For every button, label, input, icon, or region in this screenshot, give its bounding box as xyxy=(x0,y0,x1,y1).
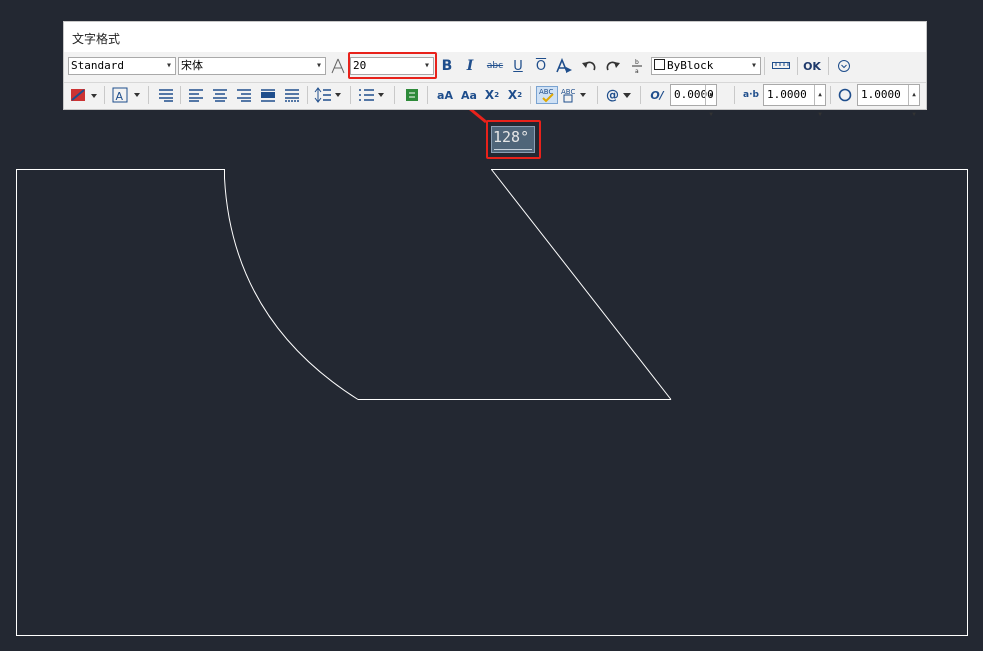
text-style-value: Standard xyxy=(71,59,124,72)
annotative-icon[interactable] xyxy=(330,57,346,75)
chevron-down-icon: ▾ xyxy=(315,60,322,71)
subscript-mark: 2 xyxy=(517,91,523,99)
distribute-icon[interactable] xyxy=(282,86,302,104)
spellcheck-icon[interactable]: ABC xyxy=(536,86,558,104)
tracking-label: a·b xyxy=(743,90,759,100)
separator xyxy=(394,86,395,104)
toolbar-row-2: A aA Aa X 2 X 2 ABC ABC @ O/ 0.0000 ▲ ▼ … xyxy=(64,82,926,118)
subscript-label: X xyxy=(507,88,518,102)
spinner-arrows-icon[interactable]: ▲ ▼ xyxy=(908,85,919,118)
align-justify-icon[interactable] xyxy=(258,86,278,104)
separator xyxy=(797,57,798,75)
svg-text:A: A xyxy=(116,90,124,103)
height-highlight-box xyxy=(348,52,437,79)
separator xyxy=(830,86,831,104)
tracking-input[interactable]: 1.0000 ▲ ▼ xyxy=(763,84,826,118)
align-center-icon[interactable] xyxy=(210,86,230,104)
text-format-toolbar: 文字格式 Standard ▾ 宋体 ▾ 20 ▾ B I abc U O b … xyxy=(64,22,926,118)
separator xyxy=(307,86,308,104)
width-icon xyxy=(836,86,854,104)
stack-icon[interactable]: ba xyxy=(629,57,645,75)
color-select[interactable]: ByBlock ▾ xyxy=(651,57,761,75)
text-color-icon[interactable] xyxy=(554,57,574,75)
strikethrough-button[interactable]: abc xyxy=(483,57,507,75)
separator xyxy=(828,57,829,75)
arc-edge xyxy=(224,169,359,400)
numbering-icon[interactable] xyxy=(358,86,388,104)
width-factor-input[interactable]: 1.0000 ▲ ▼ xyxy=(857,84,920,118)
superscript-mark: 2 xyxy=(494,91,500,99)
spinner-arrows-icon[interactable]: ▲ ▼ xyxy=(814,85,825,118)
ruler-icon[interactable] xyxy=(770,57,792,75)
align-right-icon[interactable] xyxy=(234,86,254,104)
window-title: 文字格式 xyxy=(72,32,121,46)
italic-button[interactable]: I xyxy=(462,57,478,75)
options-icon[interactable] xyxy=(834,57,854,75)
slanted-edge xyxy=(491,169,672,400)
separator xyxy=(734,86,735,104)
justify-icon[interactable]: A xyxy=(112,86,142,104)
separator xyxy=(764,57,765,75)
angle-highlight-box xyxy=(486,120,541,159)
font-value: 宋体 xyxy=(181,59,203,72)
font-select[interactable]: 宋体 ▾ xyxy=(178,57,326,75)
svg-text:b: b xyxy=(635,59,639,66)
separator xyxy=(104,86,105,104)
svg-text:a: a xyxy=(635,68,639,74)
lowercase-button[interactable]: aA xyxy=(434,86,456,104)
oblique-angle-label: O/ xyxy=(650,88,664,102)
chevron-down-icon: ▾ xyxy=(165,60,172,71)
paragraph-icon[interactable] xyxy=(156,86,176,104)
undo-icon[interactable] xyxy=(580,57,598,75)
separator xyxy=(597,86,598,104)
insert-field-button[interactable]: @ xyxy=(604,86,634,104)
outer-rectangle xyxy=(16,169,968,636)
oblique-angle-input[interactable]: 0.0000 ▲ ▼ xyxy=(670,84,717,118)
title-bar[interactable]: 文字格式 xyxy=(64,22,926,52)
text-style-select[interactable]: Standard ▾ xyxy=(68,57,176,75)
bold-button[interactable]: B xyxy=(438,57,456,75)
width-factor-value: 1.0000 xyxy=(861,88,901,101)
superscript-label: X xyxy=(484,88,495,102)
chevron-down-icon: ▾ xyxy=(750,60,757,71)
separator xyxy=(350,86,351,104)
mask-icon[interactable] xyxy=(70,86,98,104)
line-spacing-icon[interactable] xyxy=(314,86,344,104)
ok-button[interactable]: OK xyxy=(802,57,822,75)
field-icon[interactable] xyxy=(402,86,422,104)
separator xyxy=(427,86,428,104)
tracking-value: 1.0000 xyxy=(767,88,807,101)
separator xyxy=(148,86,149,104)
separator xyxy=(640,86,641,104)
underline-button[interactable]: U xyxy=(510,57,526,75)
separator xyxy=(530,86,531,104)
subscript-button[interactable]: X2 xyxy=(506,86,524,104)
spinner-arrows-icon[interactable]: ▲ ▼ xyxy=(705,85,716,118)
superscript-button[interactable]: X2 xyxy=(483,86,501,104)
separator xyxy=(180,86,181,104)
toolbar-row-1: Standard ▾ 宋体 ▾ 20 ▾ B I abc U O ba ByBl… xyxy=(64,52,926,79)
overline-button[interactable]: O xyxy=(533,57,549,75)
uppercase-button[interactable]: Aa xyxy=(458,86,480,104)
insert-field-label: @ xyxy=(606,87,619,103)
redo-icon[interactable] xyxy=(604,57,622,75)
color-value: ByBlock xyxy=(667,59,714,72)
dictionary-icon[interactable]: ABC xyxy=(560,86,590,104)
color-swatch-icon xyxy=(654,59,665,70)
align-left-icon[interactable] xyxy=(186,86,206,104)
